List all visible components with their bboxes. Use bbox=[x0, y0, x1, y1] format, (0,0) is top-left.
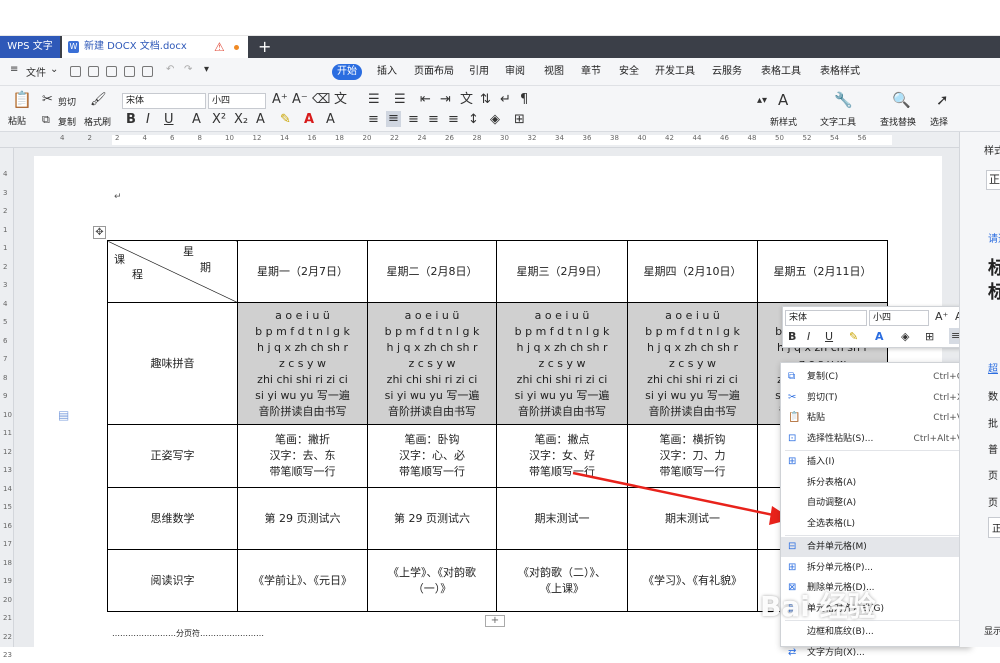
style-list-item[interactable]: 正 bbox=[988, 517, 1000, 538]
context-menu-item[interactable]: ⊞ 拆分单元格(P)... bbox=[781, 558, 971, 578]
style-list-item[interactable]: 页 bbox=[988, 467, 998, 482]
underline-icon[interactable]: U bbox=[825, 330, 833, 344]
context-menu-item[interactable]: 自动调整(A)▸ bbox=[781, 493, 971, 513]
style-list-item[interactable]: 普 bbox=[988, 441, 998, 456]
menu-item-label: 文字方向(X)... bbox=[807, 647, 865, 658]
context-menu-item[interactable]: ⇄ 文字方向(X)... bbox=[781, 643, 971, 663]
mini-size-select[interactable]: 小四 bbox=[869, 310, 929, 326]
font-color-icon[interactable]: A bbox=[875, 330, 884, 344]
menu-item-label: 选择性粘贴(S)... bbox=[807, 433, 874, 444]
context-menu-item[interactable]: 全选表格(L) bbox=[781, 514, 971, 534]
show-option[interactable]: 显示 bbox=[984, 624, 1000, 637]
menu-separator bbox=[785, 450, 967, 451]
menu-item-label: 插入(I) bbox=[807, 457, 835, 467]
context-menu-item[interactable]: ⊞插入(I)▸ bbox=[781, 452, 971, 472]
menu-item-label: 边框和底纹(B)... bbox=[807, 627, 874, 637]
menu-item-label: 拆分单元格(P)... bbox=[807, 562, 874, 573]
split-cells-icon: ⊞ bbox=[788, 561, 797, 573]
context-menu-item[interactable]: ✂ 剪切(T) Ctrl+X bbox=[781, 388, 971, 408]
menu-item-shortcut: Ctrl+Alt+V bbox=[913, 433, 963, 444]
context-menu-item[interactable]: 边框和底纹(B)... bbox=[781, 622, 971, 642]
current-style-box[interactable]: 正 bbox=[986, 170, 1000, 190]
borders-icon[interactable]: ⊞ bbox=[925, 330, 934, 344]
style-list-item[interactable]: 数 bbox=[988, 388, 998, 403]
menu-item-label: 全选表格(L) bbox=[807, 518, 856, 529]
copy-icon: ⧉ bbox=[788, 371, 796, 382]
insert-table-icon: ⊞ bbox=[788, 456, 797, 467]
context-menu-item[interactable]: ⧉ 复制(C) Ctrl+C bbox=[781, 367, 971, 387]
style-panel: 样式 正 请选 标 标 超 数批普页页正 显示 bbox=[959, 132, 1000, 647]
italic-icon[interactable]: I bbox=[807, 330, 810, 344]
highlight-icon[interactable]: ✎ bbox=[849, 330, 858, 344]
style-list-item[interactable]: 批 bbox=[988, 415, 998, 430]
watermark: Bai 经验 bbox=[760, 590, 876, 623]
style-heading-2[interactable]: 标 bbox=[988, 278, 1000, 304]
menu-item-label: 合并单元格(M) bbox=[807, 542, 867, 552]
arrow-shaft bbox=[572, 471, 779, 518]
style-list-item[interactable]: 页 bbox=[988, 494, 998, 509]
hyperlink-style[interactable]: 超 bbox=[988, 360, 998, 375]
paste-icon: 📋 bbox=[788, 412, 801, 423]
select-style-link[interactable]: 请选 bbox=[988, 230, 1000, 245]
menu-item-label: 剪切(T) bbox=[807, 392, 838, 403]
menu-item-label: 拆分表格(A) bbox=[807, 477, 857, 488]
context-menu-item[interactable]: 拆分表格(A)▸ bbox=[781, 473, 971, 493]
grow-font-icon[interactable]: A⁺ bbox=[935, 310, 948, 324]
menu-item-label: 复制(C) bbox=[807, 372, 839, 382]
mini-font-select[interactable]: 宋体 bbox=[785, 310, 867, 326]
cut-icon: ✂ bbox=[788, 391, 797, 403]
paste-special-icon: ⊡ bbox=[788, 432, 797, 444]
style-panel-title: 样式 bbox=[984, 146, 1000, 157]
bold-icon[interactable]: B bbox=[788, 330, 796, 344]
style-heading-1[interactable]: 标 bbox=[988, 254, 1000, 280]
text-direction-icon: ⇄ bbox=[788, 646, 797, 658]
shading-icon[interactable]: ◈ bbox=[901, 330, 909, 344]
context-menu-item[interactable]: 📋 粘贴 Ctrl+V bbox=[781, 408, 971, 428]
merge-cells-icon: ⊟ bbox=[788, 541, 797, 552]
ruler-number: 23 bbox=[3, 651, 12, 659]
context-menu-item[interactable]: ⊟ 合并单元格(M) bbox=[781, 537, 971, 557]
menu-separator bbox=[785, 535, 967, 536]
menu-item-label: 自动调整(A) bbox=[807, 498, 857, 508]
context-menu-item[interactable]: ⊡ 选择性粘贴(S)... Ctrl+Alt+V bbox=[781, 429, 971, 449]
menu-item-label: 粘贴 bbox=[807, 413, 826, 423]
